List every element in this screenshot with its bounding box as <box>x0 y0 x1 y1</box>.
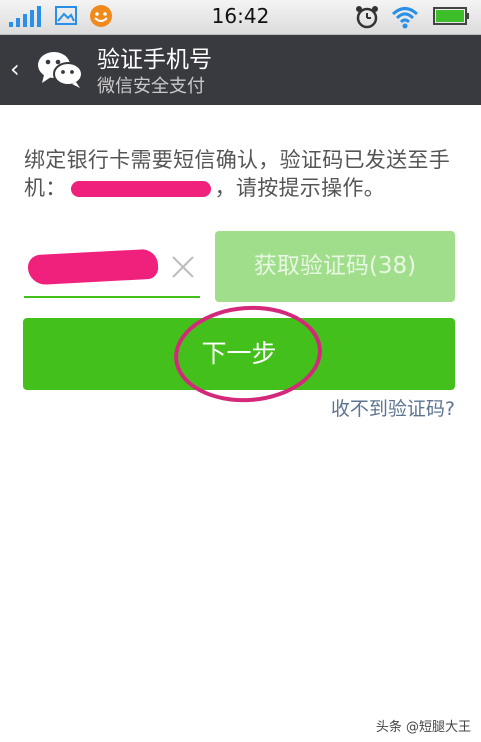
battery-icon <box>433 7 469 25</box>
next-button[interactable]: 下一步 <box>23 318 455 390</box>
alarm-icon <box>356 6 378 29</box>
title-bar: ‹ 验证手机号 微信安全支付 <box>0 35 481 105</box>
chevron-left-icon: ‹ <box>10 55 20 83</box>
redacted-code <box>27 248 159 286</box>
no-code-link[interactable]: 收不到验证码? <box>331 394 455 421</box>
back-button[interactable]: ‹ <box>10 57 20 81</box>
clear-icon[interactable] <box>170 254 196 280</box>
page-title: 验证手机号 <box>97 47 212 73</box>
info-text: 绑定银行卡需要短信确认，验证码已发送至手机： ，请按提示操作。 <box>24 146 464 202</box>
status-bar: 16:42 <box>0 0 481 35</box>
wechat-icon <box>38 52 83 88</box>
verification-code-input[interactable] <box>24 240 200 298</box>
redacted-phone-number <box>70 181 211 197</box>
watermark: 头条 @短腿大王 <box>375 720 471 735</box>
wifi-icon <box>391 7 419 29</box>
info-text-part2: ，请按提示操作。 <box>214 176 386 200</box>
get-code-button[interactable]: 获取验证码(38) <box>215 231 455 302</box>
page-subtitle: 微信安全支付 <box>97 76 205 97</box>
